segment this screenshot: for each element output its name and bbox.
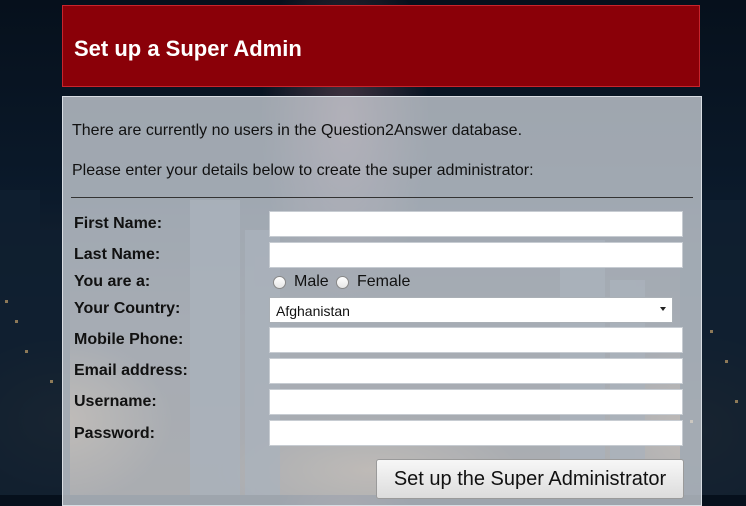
female-radio[interactable] <box>336 275 349 289</box>
username-label: Username: <box>74 393 157 410</box>
female-radio-label: Female <box>357 273 411 290</box>
password-field[interactable] <box>269 420 683 446</box>
password-label: Password: <box>74 425 155 442</box>
email-label: Email address: <box>74 362 188 379</box>
country-select[interactable]: Afghanistan <box>269 297 673 323</box>
no-users-message: There are currently no users in the Ques… <box>72 122 523 139</box>
gender-option-female[interactable]: Female <box>336 273 410 291</box>
email-field[interactable] <box>269 358 683 384</box>
setup-super-admin-button[interactable]: Set up the Super Administrator <box>376 459 684 499</box>
page-header: Set up a Super Admin <box>62 5 700 87</box>
last-name-field[interactable] <box>269 242 683 268</box>
mobile-phone-field[interactable] <box>269 327 683 353</box>
divider <box>71 197 693 198</box>
page-title: Set up a Super Admin <box>74 36 302 61</box>
instructions-message: Please enter your details below to creat… <box>72 162 534 179</box>
chevron-down-icon <box>660 307 666 311</box>
male-radio-label: Male <box>294 273 329 290</box>
last-name-label: Last Name: <box>74 246 161 263</box>
male-radio[interactable] <box>273 275 286 289</box>
setup-form-panel: There are currently no users in the Ques… <box>62 96 702 506</box>
country-select-value: Afghanistan <box>276 303 350 319</box>
first-name-field[interactable] <box>269 211 683 237</box>
mobile-phone-label: Mobile Phone: <box>74 331 184 348</box>
username-field[interactable] <box>269 389 683 415</box>
country-label: Your Country: <box>74 300 181 317</box>
gender-option-male[interactable]: Male <box>273 273 329 291</box>
gender-label: You are a: <box>74 273 151 290</box>
first-name-label: First Name: <box>74 215 163 232</box>
